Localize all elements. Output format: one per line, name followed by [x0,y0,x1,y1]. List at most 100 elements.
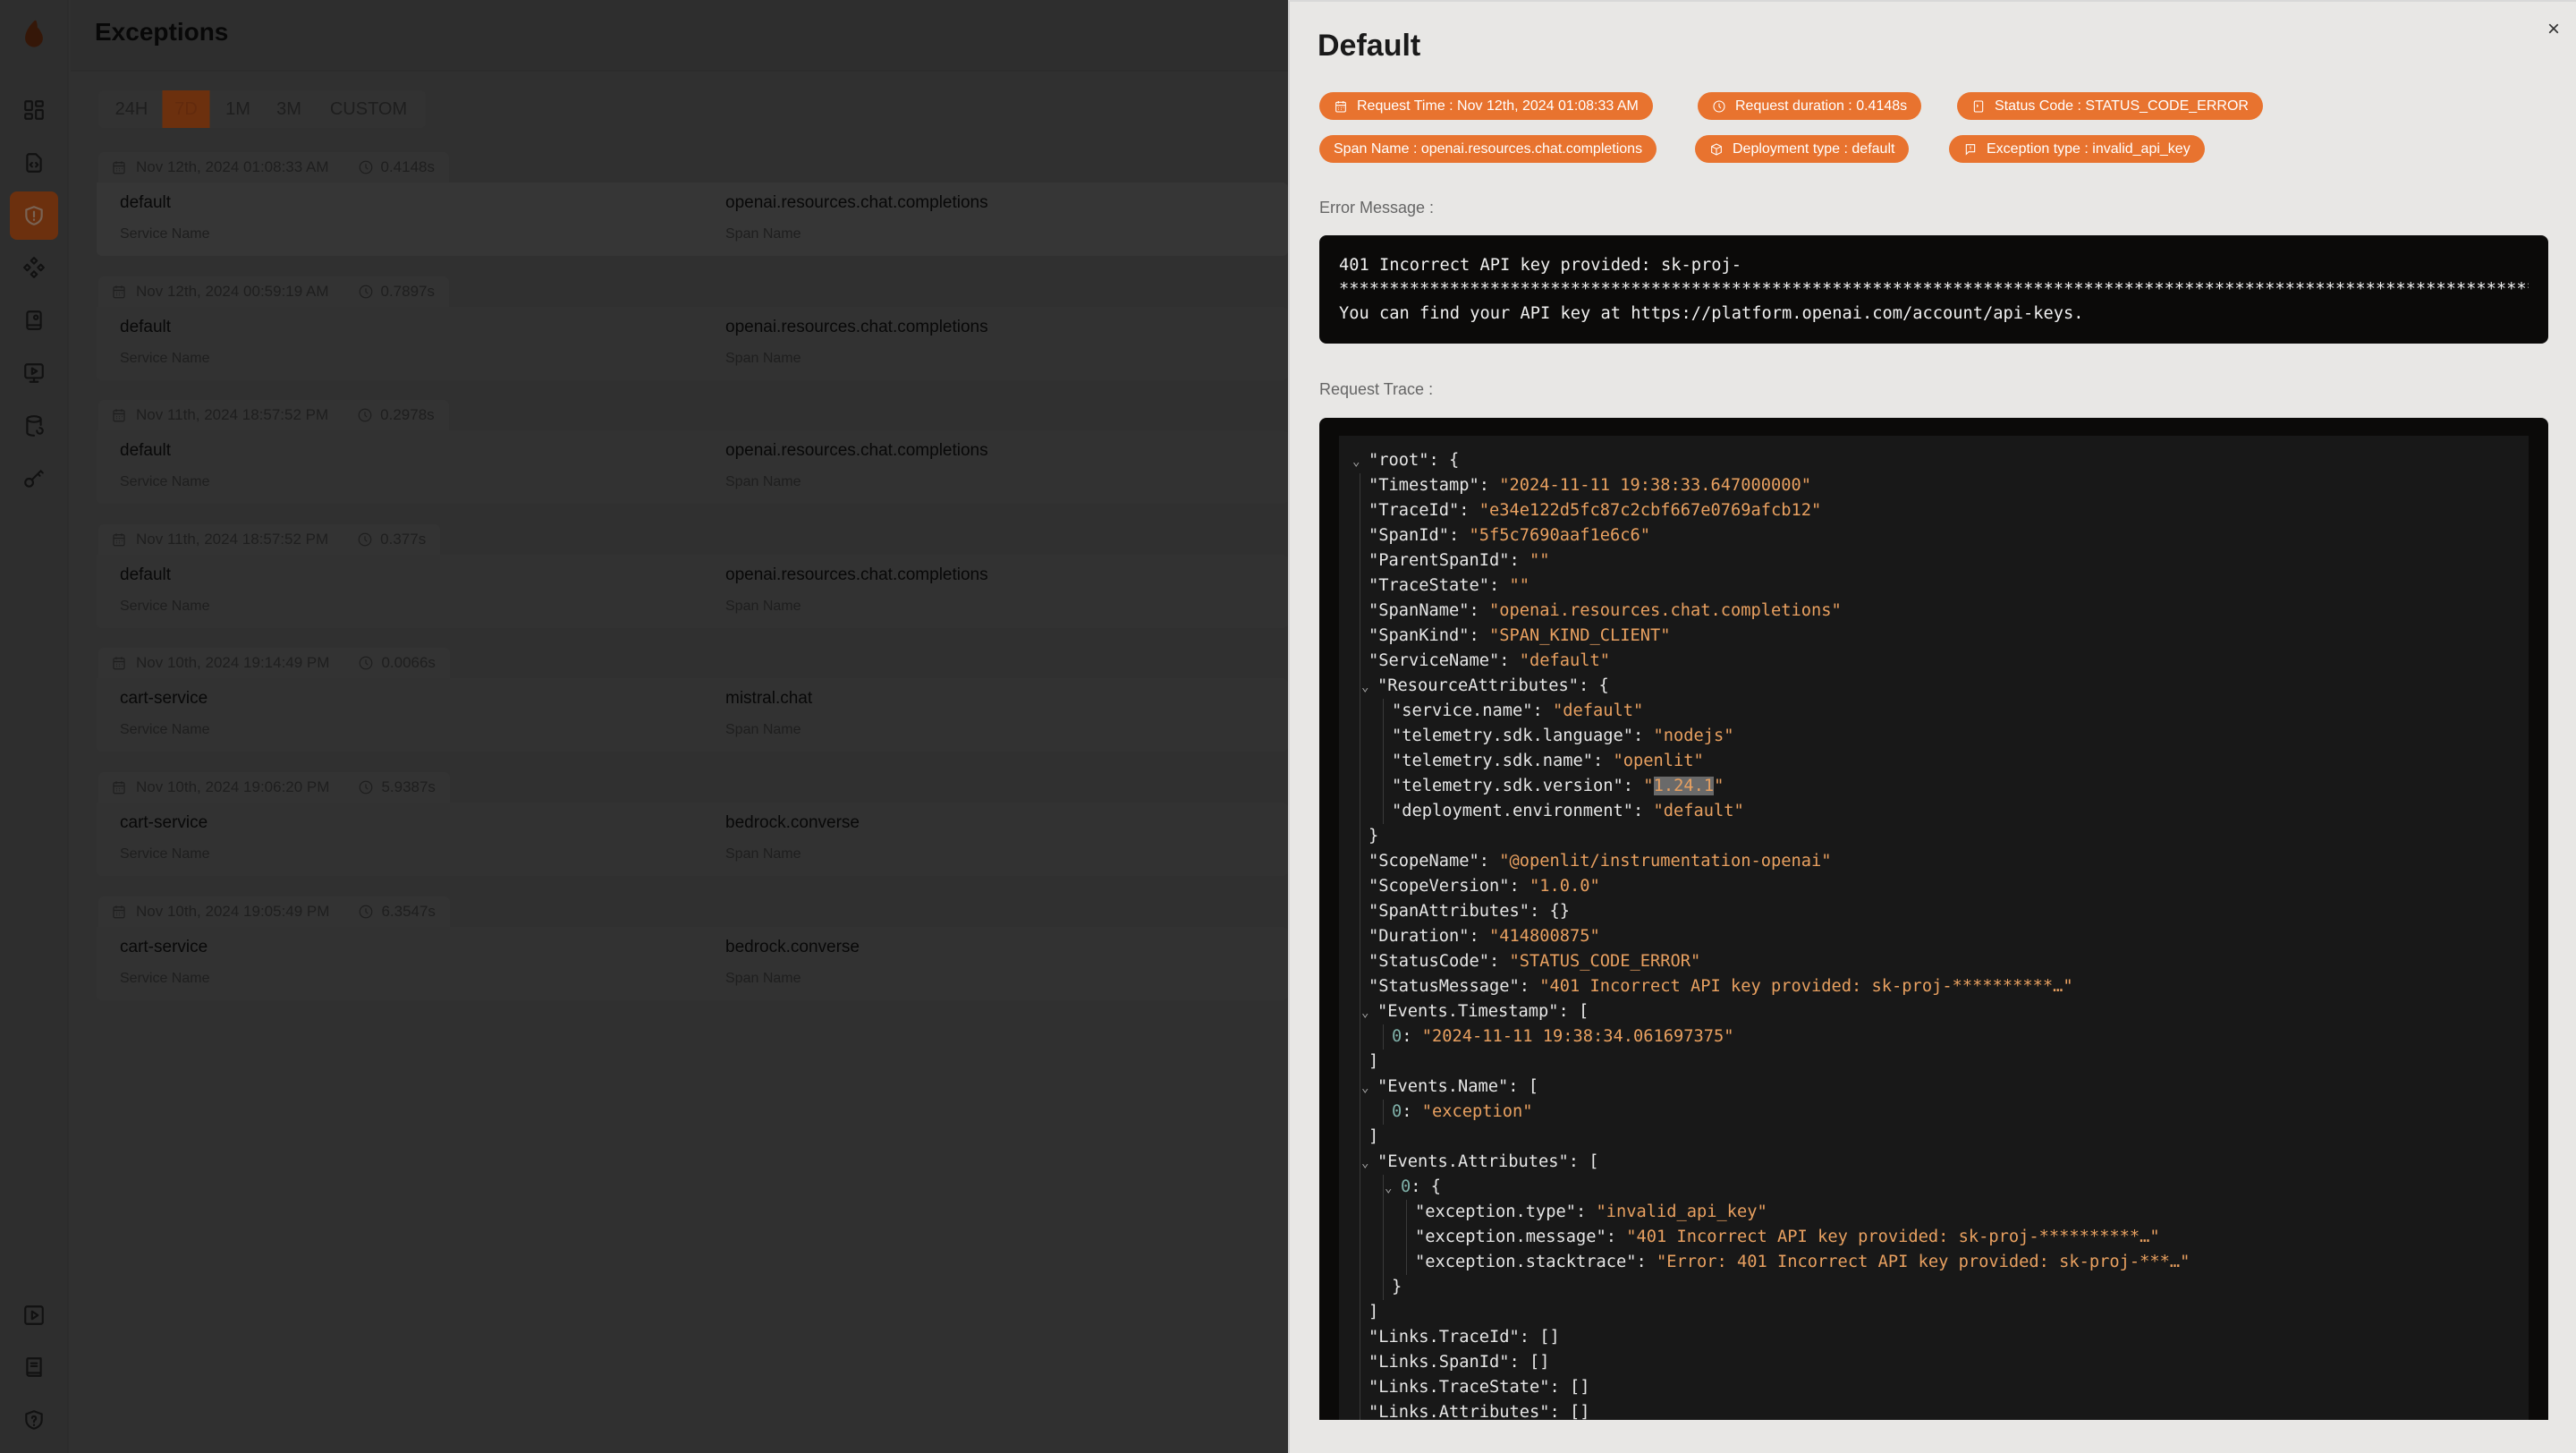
drawer-title: Default [1318,29,1421,63]
trace-key: 0 [1392,1102,1402,1121]
trace-line: "Links.TraceId": [] [1368,1328,1560,1347]
collapse-chevron-icon[interactable]: ⌄ [1352,449,1368,474]
error-line: 401 Incorrect API key provided: sk-proj- [1339,256,1742,275]
trace-key: "Links.SpanId" [1368,1353,1510,1372]
trace-line: "ScopeName": "@openlit/instrumentation-o… [1368,852,1832,871]
request-trace-viewer[interactable]: ⌄ "root": {"Timestamp": "2024-11-11 19:38… [1319,418,2548,1420]
trace-key: "ParentSpanId" [1368,551,1510,570]
indent-guide [1383,1175,1384,1300]
trace-line: "TraceId": "e34e122d5fc87c2cbf667e0769af… [1368,501,1822,520]
trace-value: "Error: 401 Incorrect API key provided: … [1657,1253,2190,1271]
trace-line: "Links.Attributes": [] [1368,1403,1590,1420]
info-badge: Request Time : Nov 12th, 2024 01:08:33 A… [1319,92,1653,120]
trace-value: {} [1549,902,1571,921]
collapse-chevron-icon[interactable]: ⌄ [1361,1151,1377,1176]
trace-value: "openlit" [1613,752,1704,770]
collapse-chevron-icon[interactable]: ⌄ [1361,1000,1377,1025]
clock-icon [1713,99,1725,113]
trace-line: 0: "2024-11-11 19:38:34.061697375" [1392,1027,1734,1046]
trace-line: "TraceState": "" [1368,576,1530,595]
trace-value: { [1598,676,1609,695]
trace-line: "ParentSpanId": "" [1368,551,1550,570]
trace-line: "ScopeVersion": "1.0.0" [1368,877,1600,896]
trace-key: "telemetry.sdk.language" [1392,726,1634,745]
exception-detail-drawer: Default × Request Time : Nov 12th, 2024 … [1288,0,2576,1453]
trace-value: "2024-11-11 19:38:34.061697375" [1421,1027,1734,1046]
trace-line: ⌄ "root": { [1339,448,2529,473]
badge-text: Status Code : STATUS_CODE_ERROR [1995,98,2249,114]
trace-key: "Links.TraceId" [1368,1328,1520,1347]
collapse-chevron-icon[interactable]: ⌄ [1361,1075,1377,1100]
info-badge: Exception type : invalid_api_key [1949,135,2205,163]
trace-value: ] [1368,1127,1379,1146]
trace-key: "ResourceAttributes" [1377,676,1580,695]
trace-line: "SpanKind": "SPAN_KIND_CLIENT" [1368,626,1671,645]
collapse-chevron-icon[interactable]: ⌄ [1385,1176,1401,1201]
trace-line: "SpanName": "openai.resources.chat.compl… [1368,601,1842,620]
trace-line: "telemetry.sdk.name": "openlit" [1392,752,1704,770]
trace-key: "Events.Timestamp" [1377,1002,1559,1021]
trace-value: ] [1368,1052,1379,1071]
trace-line: "Links.TraceState": [] [1368,1378,1590,1397]
trace-value: "@openlit/instrumentation-openai" [1499,852,1832,871]
trace-key: "ScopeVersion" [1368,877,1510,896]
trace-key: "service.name" [1392,701,1533,720]
trace-line: ⌄ "Events.Timestamp": [ [1339,999,2529,1024]
trace-line: "telemetry.sdk.language": "nodejs" [1392,726,1734,745]
info-badge: Deployment type : default [1695,135,1910,163]
trace-key: "exception.message" [1415,1228,1606,1246]
trace-key: "Timestamp" [1368,476,1479,495]
collapse-chevron-icon[interactable]: ⌄ [1361,675,1377,700]
badge-text: Span Name : openai.resources.chat.comple… [1334,140,1643,157]
trace-value: ] [1368,1303,1379,1321]
trace-value: "e34e122d5fc87c2cbf667e0769afcb12" [1479,501,1822,520]
close-button[interactable]: × [2540,16,2567,43]
trace-value: "401 Incorrect API key provided: sk-proj… [1539,977,2073,996]
trace-key: 0 [1392,1027,1402,1046]
trace-value: "nodejs" [1653,726,1734,745]
trace-line: "exception.message": "401 Incorrect API … [1415,1228,2160,1246]
trace-line: 0: "exception" [1392,1102,1533,1121]
trace-line: ⌄ "Events.Attributes": [ [1339,1150,2529,1175]
trace-key: "Events.Attributes" [1377,1152,1569,1171]
info-badge: Status Code : STATUS_CODE_ERROR [1957,92,2263,120]
indent-guide [1383,1024,1384,1049]
trace-key: "TraceId" [1368,501,1460,520]
trace-line: ] [1339,1049,2529,1075]
trace-value: "exception" [1421,1102,1533,1121]
calendar-icon [1335,100,1346,113]
error-line: ****************************************… [1339,280,2529,299]
indent-guide [1383,699,1384,824]
trace-value: } [1368,827,1379,845]
trace-key: "SpanAttributes" [1368,902,1530,921]
trace-value: [ [1528,1077,1539,1096]
badge-text: Deployment type : default [1733,140,1895,157]
modal-overlay[interactable] [0,0,1288,1453]
trace-value: "" [1530,551,1550,570]
trace-value: "default" [1653,802,1744,820]
deployment-icon [1711,142,1722,156]
trace-key: "telemetry.sdk.version" [1392,777,1623,795]
trace-line: "telemetry.sdk.version": "1.24.1" [1392,777,1724,795]
trace-key: "exception.type" [1415,1202,1577,1221]
trace-key: "deployment.environment" [1392,802,1634,820]
trace-value: "401 Incorrect API key provided: sk-proj… [1626,1228,2160,1246]
request-trace-label: Request Trace : [1319,380,1434,398]
trace-key: "Links.Attributes" [1368,1403,1550,1420]
trace-key: "ServiceName" [1368,651,1500,670]
message-alert-icon [1965,143,1976,156]
trace-key: "SpanKind" [1368,626,1470,645]
trace-value: [] [1539,1328,1560,1347]
trace-value: [] [1570,1403,1590,1420]
trace-value: "SPAN_KIND_CLIENT" [1489,626,1671,645]
trace-line: "SpanAttributes": {} [1368,902,1571,921]
trace-key: "ScopeName" [1368,852,1479,871]
trace-value: "default" [1519,651,1611,670]
trace-line: ] [1339,1125,2529,1150]
trace-value: [] [1530,1353,1550,1372]
trace-key: "SpanId" [1368,526,1450,545]
trace-key: "telemetry.sdk.name" [1392,752,1594,770]
error-line: You can find your API key at https://pla… [1339,304,2084,323]
trace-line: "StatusCode": "STATUS_CODE_ERROR" [1368,952,1701,971]
trace-key: "StatusCode" [1368,952,1490,971]
